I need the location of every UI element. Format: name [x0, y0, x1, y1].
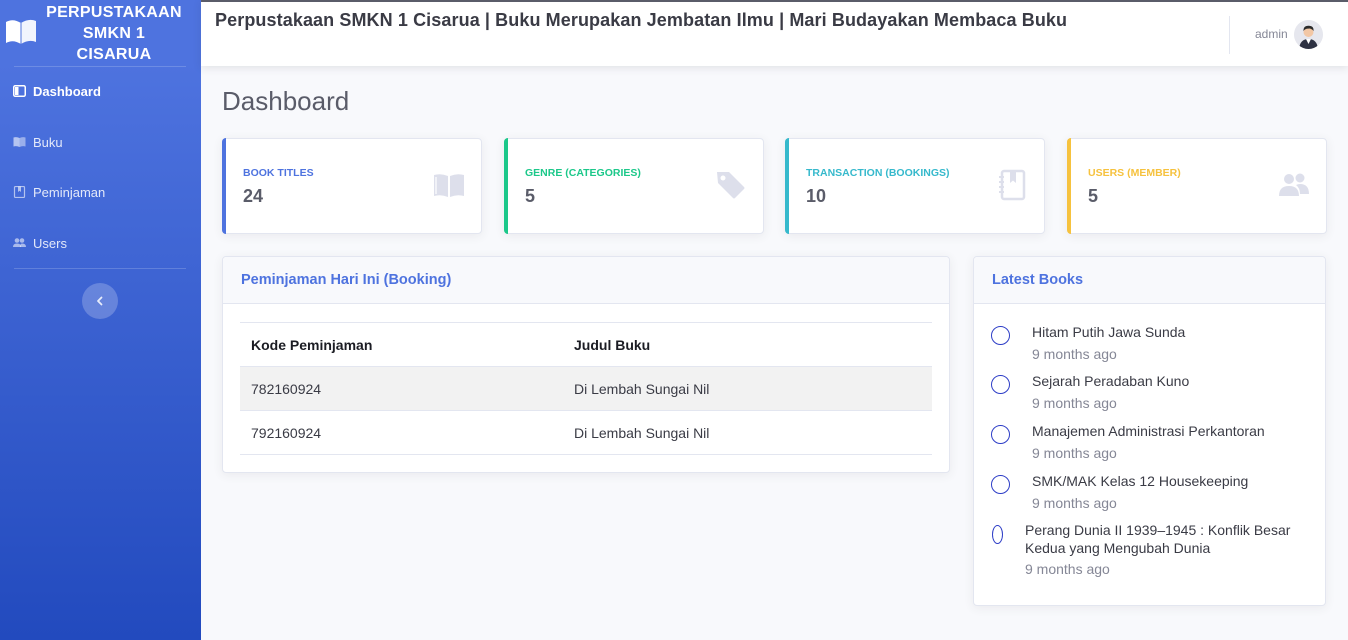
card-accent-bar	[1067, 138, 1071, 234]
book-time: 9 months ago	[1032, 395, 1117, 411]
card-accent-bar	[222, 138, 226, 234]
stat-value: 5	[525, 186, 536, 206]
stat-label: USERS (MEMBER)	[1088, 167, 1181, 179]
stat-label: TRANSACTION (BOOKINGS)	[806, 167, 950, 179]
sidebar-item-dashboard[interactable]: Dashboard	[0, 76, 201, 106]
cell-kode: 792160924	[240, 410, 563, 455]
avatar[interactable]	[1294, 20, 1323, 49]
brand-name: PERPUSTAKAAN SMKN 1 CISARUA	[46, 4, 182, 63]
circle-icon	[991, 375, 1010, 394]
sidebar-divider	[14, 268, 186, 269]
circle-icon	[991, 425, 1010, 444]
book-title: SMK/MAK Kelas 12 Housekeeping	[1032, 473, 1249, 489]
table-row[interactable]: 782160924 Di Lembah Sungai Nil	[240, 366, 932, 411]
book-open-icon	[434, 174, 464, 197]
sidebar-item-label: Buku	[33, 134, 63, 150]
card-header: Peminjaman Hari Ini (Booking)	[223, 257, 949, 304]
booking-card-title: Peminjaman Hari Ini (Booking)	[241, 272, 452, 288]
stat-card-users: USERS (MEMBER) 5	[1067, 138, 1327, 234]
topbar: Perpustakaan SMKN 1 Cisarua | Buku Merup…	[201, 0, 1348, 66]
sidebar-item-peminjaman[interactable]: Peminjaman	[0, 177, 201, 207]
card-accent-bar	[785, 138, 789, 234]
book-title: Manajemen Administrasi Perkantoran	[1032, 423, 1265, 439]
sidebar-item-label: Peminjaman	[33, 184, 106, 200]
sidebar-item-buku[interactable]: Buku	[0, 127, 201, 157]
booking-table: Kode Peminjaman Judul Buku 782160924 Di …	[240, 322, 932, 455]
stat-value: 24	[243, 186, 264, 206]
dashboard-icon	[13, 85, 26, 97]
circle-icon	[992, 525, 1003, 544]
topbar-divider	[1229, 16, 1230, 54]
users-icon	[1279, 173, 1309, 196]
circle-icon	[991, 326, 1010, 345]
stat-card-genre: GENRE (CATEGORIES) 5	[504, 138, 764, 234]
brand[interactable]: PERPUSTAKAAN SMKN 1 CISARUA	[0, 0, 201, 66]
stat-value: 5	[1088, 186, 1099, 206]
users-icon	[13, 238, 26, 247]
book-time: 9 months ago	[1032, 346, 1117, 362]
stat-card-transaction: TRANSACTION (BOOKINGS) 10	[785, 138, 1045, 234]
booking-card: Peminjaman Hari Ini (Booking) Kode Pemin…	[222, 256, 950, 473]
book-title: Hitam Putih Jawa Sunda	[1032, 324, 1186, 340]
circle-icon	[991, 475, 1010, 494]
sidebar-item-users[interactable]: Users	[0, 228, 201, 258]
cell-kode: 782160924	[240, 366, 563, 411]
cell-judul: Di Lembah Sungai Nil	[563, 410, 932, 455]
stat-value: 10	[806, 186, 827, 206]
sidebar-item-label: Dashboard	[33, 83, 101, 99]
stat-label: GENRE (CATEGORIES)	[525, 167, 641, 179]
column-header-kode: Kode Peminjaman	[240, 322, 563, 367]
latest-books-card: Latest Books Hitam Putih Jawa Sunda 9 mo…	[973, 256, 1326, 606]
sidebar-toggle-button[interactable]	[82, 283, 118, 319]
chevron-left-icon	[97, 296, 103, 306]
latest-books-title: Latest Books	[992, 272, 1084, 288]
column-header-judul: Judul Buku	[563, 322, 932, 367]
sidebar-item-label: Users	[33, 235, 67, 251]
username[interactable]: admin	[1255, 27, 1288, 41]
bookmark-icon	[13, 186, 26, 198]
card-header: Latest Books	[974, 257, 1325, 304]
table-header-row: Kode Peminjaman Judul Buku	[240, 322, 932, 367]
stat-label: BOOK TITLES	[243, 167, 314, 179]
page-title: Dashboard	[222, 86, 350, 116]
stat-card-book-titles: BOOK TITLES 24	[222, 138, 482, 234]
book-time: 9 months ago	[1032, 495, 1117, 511]
cell-judul: Di Lembah Sungai Nil	[563, 366, 932, 411]
user-avatar-icon	[1294, 20, 1323, 49]
book-title: Sejarah Peradaban Kuno	[1032, 373, 1190, 389]
tag-icon	[717, 172, 745, 199]
card-accent-bar	[504, 138, 508, 234]
book-logo-icon	[6, 19, 36, 44]
topbar-title: Perpustakaan SMKN 1 Cisarua | Buku Merup…	[215, 10, 1068, 30]
notebook-icon	[999, 169, 1026, 201]
book-time: 9 months ago	[1025, 561, 1110, 577]
sidebar: PERPUSTAKAAN SMKN 1 CISARUA Dashboard Bu…	[0, 0, 201, 640]
sidebar-divider	[14, 66, 186, 67]
book-title: Perang Dunia II 1939–1945 : Konflik Besa…	[1025, 522, 1291, 556]
table-row[interactable]: 792160924 Di Lembah Sungai Nil	[240, 410, 932, 455]
book-icon	[13, 137, 26, 147]
book-time: 9 months ago	[1032, 445, 1117, 461]
